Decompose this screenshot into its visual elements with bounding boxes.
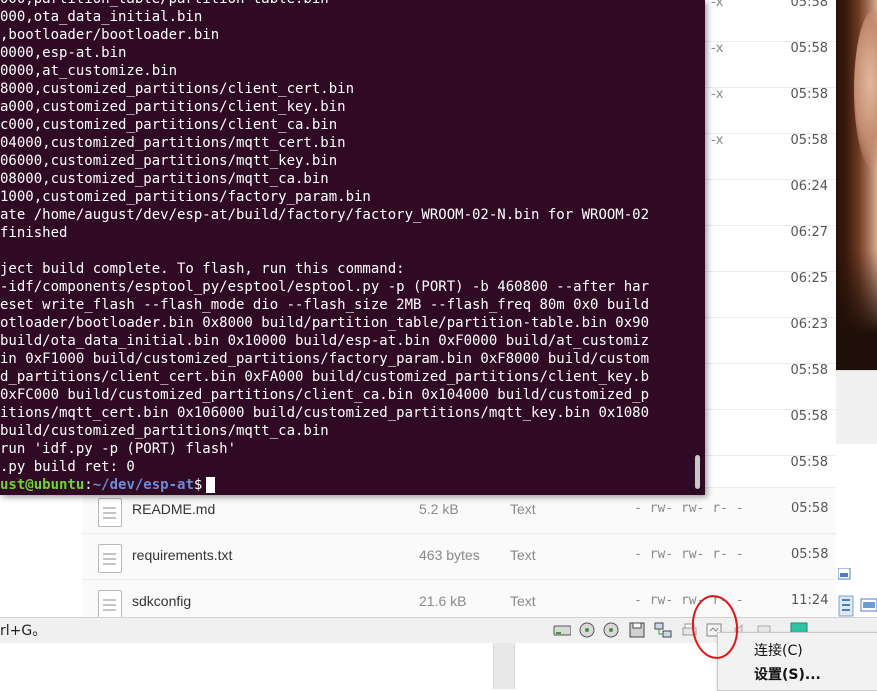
file-perm-fragment: -x	[711, 0, 724, 10]
status-text: rl+G。	[0, 623, 47, 639]
optical-drive-icon[interactable]	[578, 622, 596, 638]
host-splitter[interactable]	[493, 643, 515, 689]
terminal-line: build/customized_partitions/mqtt_ca.bin	[0, 423, 329, 439]
desktop-area	[0, 495, 82, 617]
file-modified: 05:58	[790, 363, 828, 378]
network-icon[interactable]	[654, 622, 672, 638]
terminal-line: 04000,customized_partitions/mqtt_cert.bi…	[0, 135, 346, 151]
terminal-line: ,bootloader/bootloader.bin	[0, 27, 220, 43]
side-panel	[836, 370, 877, 445]
prompt-separator: :	[84, 477, 93, 493]
terminal-line: c000,customized_partitions/client_ca.bin	[0, 117, 338, 133]
terminal-prompt[interactable]: ust@ubuntu:~/dev/esp-at$	[0, 476, 649, 494]
terminal-line: 0xFC000 build/customized_partitions/clie…	[0, 387, 650, 403]
terminal-line: otloader/bootloader.bin 0x8000 build/par…	[0, 315, 650, 331]
file-name: sdkconfig	[132, 593, 192, 609]
file-permissions: - rw- rw- r- -	[634, 547, 744, 562]
terminal-line: 0000,esp-at.bin	[0, 45, 127, 61]
file-row[interactable]: -x 05:58	[705, 87, 836, 134]
terminal-line: 000,partition_table/partition-table.bin	[0, 0, 649, 8]
text-file-icon	[98, 590, 122, 619]
terminal-line: 1000,customized_partitions/factory_param…	[0, 189, 371, 205]
file-modified: 05:58	[790, 41, 828, 56]
terminal-scrollbar[interactable]	[695, 455, 700, 489]
terminal-line: finished	[0, 225, 68, 241]
prompt-user: ust@ubuntu	[0, 477, 85, 493]
file-modified: 06:27	[790, 225, 828, 240]
file-row[interactable]: -x 05:58	[705, 41, 836, 88]
menu-item-connect[interactable]: 连接(C)	[754, 640, 803, 660]
file-row[interactable]: -x 05:58	[705, 133, 836, 180]
file-row[interactable]: 06:24	[705, 179, 836, 226]
file-row[interactable]: 06:27	[705, 225, 836, 272]
file-row-requirements[interactable]: requirements.txt 463 bytes Text - rw- rw…	[82, 533, 836, 580]
file-name: README.md	[132, 501, 216, 517]
file-modified: 05:58	[790, 133, 828, 148]
file-modified: 05:58	[790, 0, 828, 10]
terminal-line: d_partitions/client_cert.bin 0xFA000 bui…	[0, 369, 650, 385]
terminal-line: 000,ota_data_initial.bin	[0, 9, 203, 25]
terminal-line: 8000,customized_partitions/client_cert.b…	[0, 81, 355, 97]
file-row[interactable]: 05:58	[705, 409, 836, 456]
terminal-window[interactable]: 000,partition_table/partition-table.bin0…	[0, 0, 705, 495]
file-type: Text	[510, 593, 536, 609]
optical-drive-2-icon[interactable]	[602, 622, 620, 638]
floppy-icon[interactable]	[628, 622, 646, 638]
terminal-line: .py build ret: 0	[0, 459, 135, 475]
file-modified: 11:24	[791, 593, 829, 608]
text-file-icon	[98, 498, 122, 527]
file-modified: 05:58	[791, 547, 829, 562]
file-permissions: - rw- rw- r- -	[634, 501, 744, 516]
prompt-symbol: $	[193, 477, 203, 493]
hard-disk-icon[interactable]	[553, 622, 571, 638]
terminal-line: itions/mqtt_cert.bin 0x106000 build/cust…	[0, 405, 650, 421]
file-row[interactable]: -x 05:58	[705, 0, 836, 42]
file-row[interactable]: 06:25	[705, 271, 836, 318]
file-modified: 06:25	[790, 271, 828, 286]
terminal-line: build/ota_data_initial.bin 0x10000 build…	[0, 333, 650, 349]
file-perm-fragment: -x	[711, 133, 724, 148]
file-name: requirements.txt	[132, 547, 233, 563]
terminal-line: -idf/components/esptool_py/esptool/espto…	[0, 279, 650, 295]
file-type: Text	[510, 547, 536, 563]
terminal-output: 000,partition_table/partition-table.bin0…	[0, 0, 649, 494]
file-size: 5.2 kB	[419, 501, 459, 517]
file-type: Text	[510, 501, 536, 517]
file-modified: 06:24	[790, 179, 828, 194]
background-photo	[836, 0, 877, 370]
terminal-line: 06000,customized_partitions/mqtt_key.bin	[0, 153, 338, 169]
terminal-line: eset write_flash --flash_mode dio --flas…	[0, 297, 650, 313]
terminal-line: run 'idf.py -p (PORT) flash'	[0, 441, 237, 457]
terminal-cursor	[206, 477, 216, 493]
terminal-line: 0000,at_customize.bin	[0, 63, 178, 79]
terminal-line: in 0xF1000 build/customized_partitions/f…	[0, 351, 650, 367]
terminal-line: 08000,customized_partitions/mqtt_ca.bin	[0, 171, 329, 187]
file-modified: 05:58	[790, 455, 828, 470]
menu-item-settings[interactable]: 设置(S)...	[754, 664, 821, 684]
file-row[interactable]: 05:58	[705, 363, 836, 410]
file-modified: 05:58	[790, 87, 828, 102]
file-modified: 05:58	[791, 501, 829, 516]
prompt-path: ~/dev/esp-at	[92, 477, 194, 493]
terminal-line: ate /home/august/dev/esp-at/build/factor…	[0, 207, 650, 223]
file-size: 463 bytes	[419, 547, 480, 563]
file-row[interactable]: 06:23	[705, 317, 836, 364]
file-modified: 06:23	[790, 317, 828, 332]
file-perm-fragment: -x	[711, 41, 724, 56]
view-icons[interactable]	[838, 568, 877, 618]
context-menu: 连接(C) 设置(S)...	[717, 632, 877, 691]
terminal-line: ject build complete. To flash, run this …	[0, 261, 405, 277]
text-file-icon	[98, 544, 122, 573]
file-modified: 05:58	[790, 409, 828, 424]
terminal-line: a000,customized_partitions/client_key.bi…	[0, 99, 346, 115]
file-perm-fragment: -x	[711, 87, 724, 102]
file-size: 21.6 kB	[419, 593, 467, 609]
